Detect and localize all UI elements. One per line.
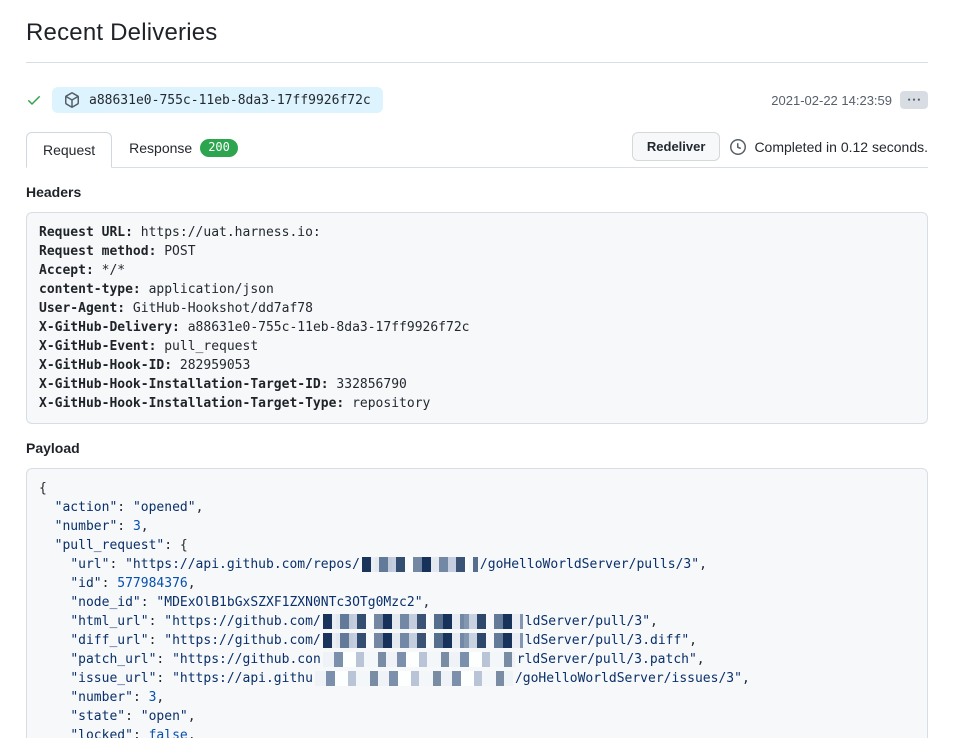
headers-box: Request URL: https://uat.harness.io:Requ… xyxy=(26,212,928,424)
code-line: "state": "open", xyxy=(39,707,915,726)
header-line: X-GitHub-Event: pull_request xyxy=(39,337,915,356)
code-line: "pull_request": { xyxy=(39,536,915,555)
payload-box: { "action": "opened", "number": 3, "pull… xyxy=(26,468,928,738)
response-status-badge: 200 xyxy=(200,139,238,157)
code-line: "action": "opened", xyxy=(39,498,915,517)
code-line: "url": "https://api.github.com/repos//go… xyxy=(39,555,915,574)
recent-deliveries-page: Recent Deliveries a88631e0-755c-11eb-8da… xyxy=(0,0,954,738)
delivery-guid-pill[interactable]: a88631e0-755c-11eb-8da3-17ff9926f72c xyxy=(52,87,383,113)
redaction-mosaic xyxy=(315,671,513,686)
completed-text: Completed in 0.12 seconds. xyxy=(754,139,928,155)
tab-request[interactable]: Request xyxy=(26,132,112,168)
code-line: "number": 3, xyxy=(39,517,915,536)
clock-icon xyxy=(730,139,746,155)
redaction-mosaic xyxy=(362,557,478,572)
header-line: X-GitHub-Hook-Installation-Target-ID: 33… xyxy=(39,375,915,394)
redaction-mosaic xyxy=(323,652,515,667)
payload-heading: Payload xyxy=(26,440,928,456)
tab-response-label: Response xyxy=(129,140,192,156)
code-line: "id": 577984376, xyxy=(39,574,915,593)
code-line: "patch_url": "https://github.conrldServe… xyxy=(39,650,915,669)
delivery-summary: a88631e0-755c-11eb-8da3-17ff9926f72c xyxy=(26,87,771,113)
completed-status: Completed in 0.12 seconds. xyxy=(730,139,928,155)
code-line: "html_url": "https://github.com/ldServer… xyxy=(39,612,915,631)
code-line: "diff_url": "https://github.com/ldServer… xyxy=(39,631,915,650)
header-line: Accept: */* xyxy=(39,261,915,280)
code-line: "issue_url": "https://api.githu/goHelloW… xyxy=(39,669,915,688)
redaction-mosaic xyxy=(323,633,523,648)
delivery-row: a88631e0-755c-11eb-8da3-17ff9926f72c 202… xyxy=(26,87,928,113)
delivery-actions: Redeliver Completed in 0.12 seconds. xyxy=(632,132,928,167)
package-icon xyxy=(64,92,80,108)
header-line: X-GitHub-Delivery: a88631e0-755c-11eb-8d… xyxy=(39,318,915,337)
kebab-horizontal-icon xyxy=(908,94,920,106)
code-line: { xyxy=(39,479,915,498)
header-line: Request method: POST xyxy=(39,242,915,261)
header-line: User-Agent: GitHub-Hookshot/dd7af78 xyxy=(39,299,915,318)
page-title: Recent Deliveries xyxy=(26,0,928,47)
delivery-tabs: Request Response 200 Redeliver Completed… xyxy=(26,129,928,168)
headers-heading: Headers xyxy=(26,184,928,200)
redeliver-button[interactable]: Redeliver xyxy=(632,132,721,161)
redaction-mosaic xyxy=(323,614,523,629)
check-icon xyxy=(26,92,42,108)
header-line: Request URL: https://uat.harness.io: xyxy=(39,223,915,242)
code-line: "locked": false, xyxy=(39,726,915,738)
header-line: X-GitHub-Hook-Installation-Target-Type: … xyxy=(39,394,915,413)
code-line: "number": 3, xyxy=(39,688,915,707)
header-line: content-type: application/json xyxy=(39,280,915,299)
headers-list: Request URL: https://uat.harness.io:Requ… xyxy=(39,223,915,413)
delivery-guid: a88631e0-755c-11eb-8da3-17ff9926f72c xyxy=(89,93,371,108)
code-line: "node_id": "MDExOlB1bGxSZXF1ZXN0NTc3OTg0… xyxy=(39,593,915,612)
tab-request-label: Request xyxy=(43,142,95,158)
header-line: X-GitHub-Hook-ID: 282959053 xyxy=(39,356,915,375)
divider xyxy=(26,62,928,63)
tab-response[interactable]: Response 200 xyxy=(112,129,255,167)
payload-code: { "action": "opened", "number": 3, "pull… xyxy=(39,479,915,738)
delivery-timestamp: 2021-02-22 14:23:59 xyxy=(771,93,892,108)
kebab-menu-button[interactable] xyxy=(900,91,928,109)
